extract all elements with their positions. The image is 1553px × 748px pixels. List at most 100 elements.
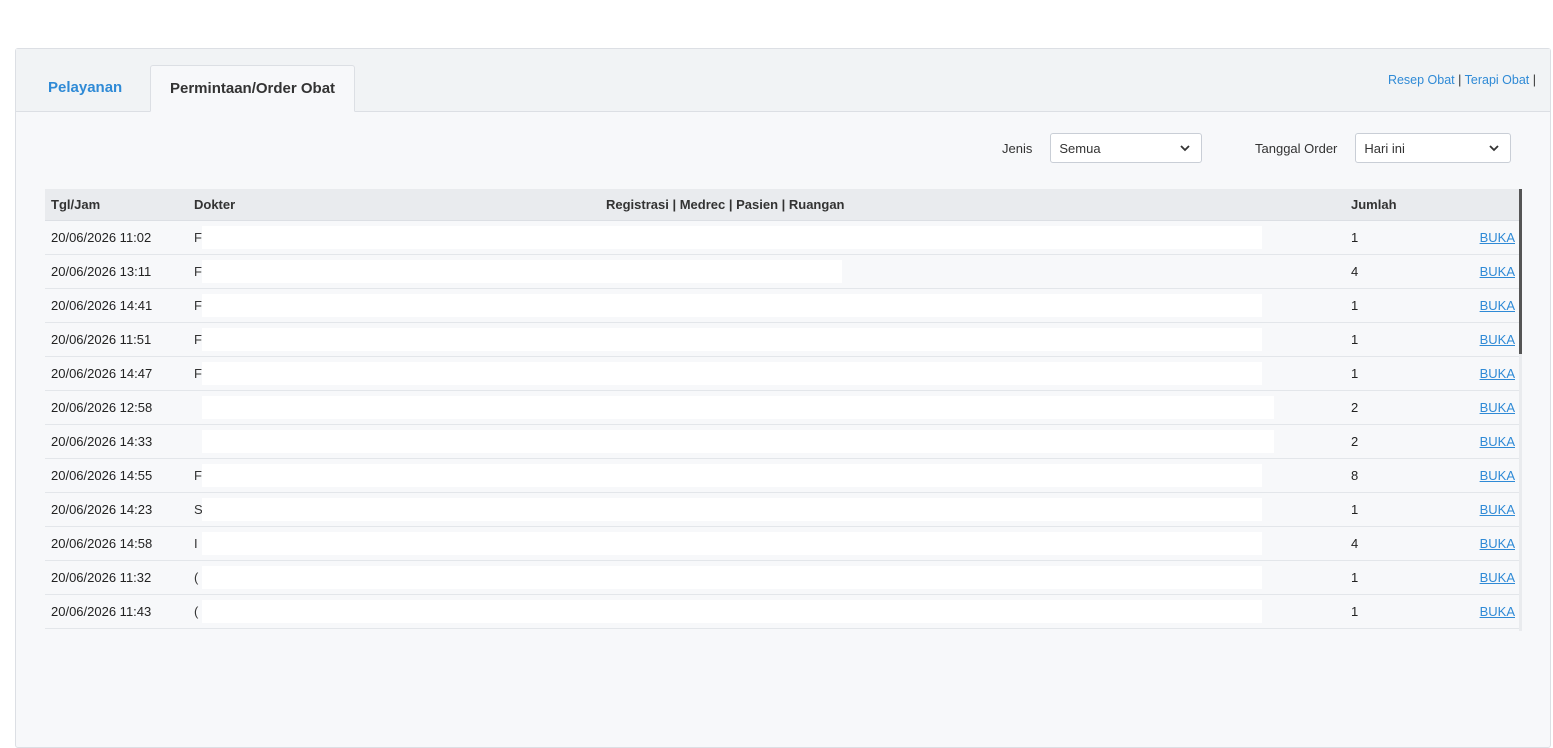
redacted-block [202,396,1274,419]
redacted-block [202,226,1262,249]
order-table: Tgl/Jam Dokter Registrasi | Medrec | Pas… [45,189,1519,629]
cell-tgl-jam: 20/06/2026 14:33 [45,424,188,459]
cell-tgl-jam: 20/06/2026 14:41 [45,288,188,323]
cell-dokter-initial: F [194,264,202,279]
cell-tgl-jam: 20/06/2026 13:11 [45,254,188,289]
order-panel: Pelayanan Permintaan/Order Obat Resep Ob… [15,48,1551,748]
cell-dokter-registrasi: ( [188,594,1345,629]
cell-jumlah: 1 [1345,492,1445,527]
cell-action: BUKA [1445,560,1519,595]
buka-link[interactable]: BUKA [1480,434,1515,449]
order-table-wrap: Tgl/Jam Dokter Registrasi | Medrec | Pas… [45,189,1519,629]
table-row: 20/06/2026 12:58 2 BUKA [45,390,1519,425]
cell-jumlah: 4 [1345,526,1445,561]
link-separator: | [1458,73,1462,87]
buka-link[interactable]: BUKA [1480,536,1515,551]
table-scrollbar[interactable] [1519,189,1522,631]
cell-tgl-jam: 20/06/2026 14:47 [45,356,188,391]
cell-action: BUKA [1445,220,1519,255]
cell-tgl-jam: 20/06/2026 12:58 [45,390,188,425]
cell-action: BUKA [1445,322,1519,357]
cell-jumlah: 1 [1345,288,1445,323]
redacted-block [202,328,1262,351]
table-row: 20/06/2026 11:02 F 1 BUKA [45,220,1519,255]
cell-action: BUKA [1445,254,1519,289]
scrollbar-thumb[interactable] [1519,189,1522,354]
jenis-select-value: Semua [1059,140,1101,156]
chevron-down-icon [1489,145,1500,152]
cell-dokter-initial: F [194,230,202,245]
redacted-block [202,600,1262,623]
redacted-block [202,362,1262,385]
link-separator: | [1532,73,1536,87]
jenis-filter: Jenis Semua [1002,133,1203,163]
cell-tgl-jam: 20/06/2026 14:23 [45,492,188,527]
cell-dokter-registrasi: F [188,322,1345,357]
cell-action: BUKA [1445,424,1519,459]
cell-dokter-initial: ( [194,570,199,585]
header-registrasi: Registrasi | Medrec | Pasien | Ruangan [600,189,1345,221]
buka-link[interactable]: BUKA [1480,468,1515,483]
redacted-block [202,430,1274,453]
redacted-block [202,532,1262,555]
header-tgl-jam: Tgl/Jam [45,189,188,221]
cell-jumlah: 1 [1345,594,1445,629]
buka-link[interactable]: BUKA [1480,298,1515,313]
cell-jumlah: 4 [1345,254,1445,289]
header-dokter: Dokter [188,189,600,221]
cell-dokter-initial: F [194,332,202,347]
buka-link[interactable]: BUKA [1480,604,1515,619]
buka-link[interactable]: BUKA [1480,332,1515,347]
cell-action: BUKA [1445,356,1519,391]
cell-jumlah: 1 [1345,220,1445,255]
cell-tgl-jam: 20/06/2026 11:51 [45,322,188,357]
header-action [1445,189,1519,221]
cell-action: BUKA [1445,594,1519,629]
table-row: 20/06/2026 14:47 F 1 BUKA [45,356,1519,391]
cell-action: BUKA [1445,526,1519,561]
cell-dokter-registrasi [188,424,1345,459]
terapi-obat-link[interactable]: Terapi Obat [1465,73,1530,87]
cell-dokter-registrasi: ( [188,560,1345,595]
buka-link[interactable]: BUKA [1480,230,1515,245]
header-jumlah: Jumlah [1345,189,1445,221]
tanggal-order-select[interactable]: Hari ini [1355,133,1512,163]
buka-link[interactable]: BUKA [1480,264,1515,279]
table-row: 20/06/2026 13:11 F 4 BUKA [45,254,1519,289]
tanggal-order-label: Tanggal Order [1255,140,1338,156]
cell-dokter-initial: F [194,468,202,483]
cell-dokter-registrasi: S [188,492,1345,527]
cell-dokter-registrasi: I [188,526,1345,561]
tab-pelayanan[interactable]: Pelayanan [48,65,122,111]
cell-tgl-jam: 20/06/2026 14:55 [45,458,188,493]
redacted-block [202,464,1262,487]
buka-link[interactable]: BUKA [1480,366,1515,381]
cell-jumlah: 1 [1345,560,1445,595]
cell-tgl-jam: 20/06/2026 11:43 [45,594,188,629]
tanggal-order-select-value: Hari ini [1364,140,1405,156]
table-row: 20/06/2026 14:41 F 1 BUKA [45,288,1519,323]
cell-dokter-initial: I [194,536,198,551]
cell-jumlah: 2 [1345,424,1445,459]
cell-dokter-registrasi: F [188,254,1345,289]
buka-link[interactable]: BUKA [1480,400,1515,415]
tabs-bar: Pelayanan Permintaan/Order Obat Resep Ob… [16,49,1550,112]
redacted-block [202,294,1262,317]
buka-link[interactable]: BUKA [1480,570,1515,585]
cell-action: BUKA [1445,492,1519,527]
table-header-row: Tgl/Jam Dokter Registrasi | Medrec | Pas… [45,189,1519,221]
jenis-select[interactable]: Semua [1050,133,1203,163]
cell-dokter-initial: F [194,366,202,381]
buka-link[interactable]: BUKA [1480,502,1515,517]
cell-jumlah: 8 [1345,458,1445,493]
redacted-block [202,566,1262,589]
cell-dokter-registrasi: F [188,458,1345,493]
cell-action: BUKA [1445,390,1519,425]
cell-action: BUKA [1445,288,1519,323]
cell-dokter-registrasi: F [188,288,1345,323]
table-row: 20/06/2026 11:32 (1 BUKA [45,560,1519,595]
tab-permintaan-order-obat[interactable]: Permintaan/Order Obat [150,65,356,112]
table-row: 20/06/2026 14:33 2 BUKA [45,424,1519,459]
jenis-label: Jenis [1002,140,1033,156]
resep-obat-link[interactable]: Resep Obat [1388,73,1455,87]
